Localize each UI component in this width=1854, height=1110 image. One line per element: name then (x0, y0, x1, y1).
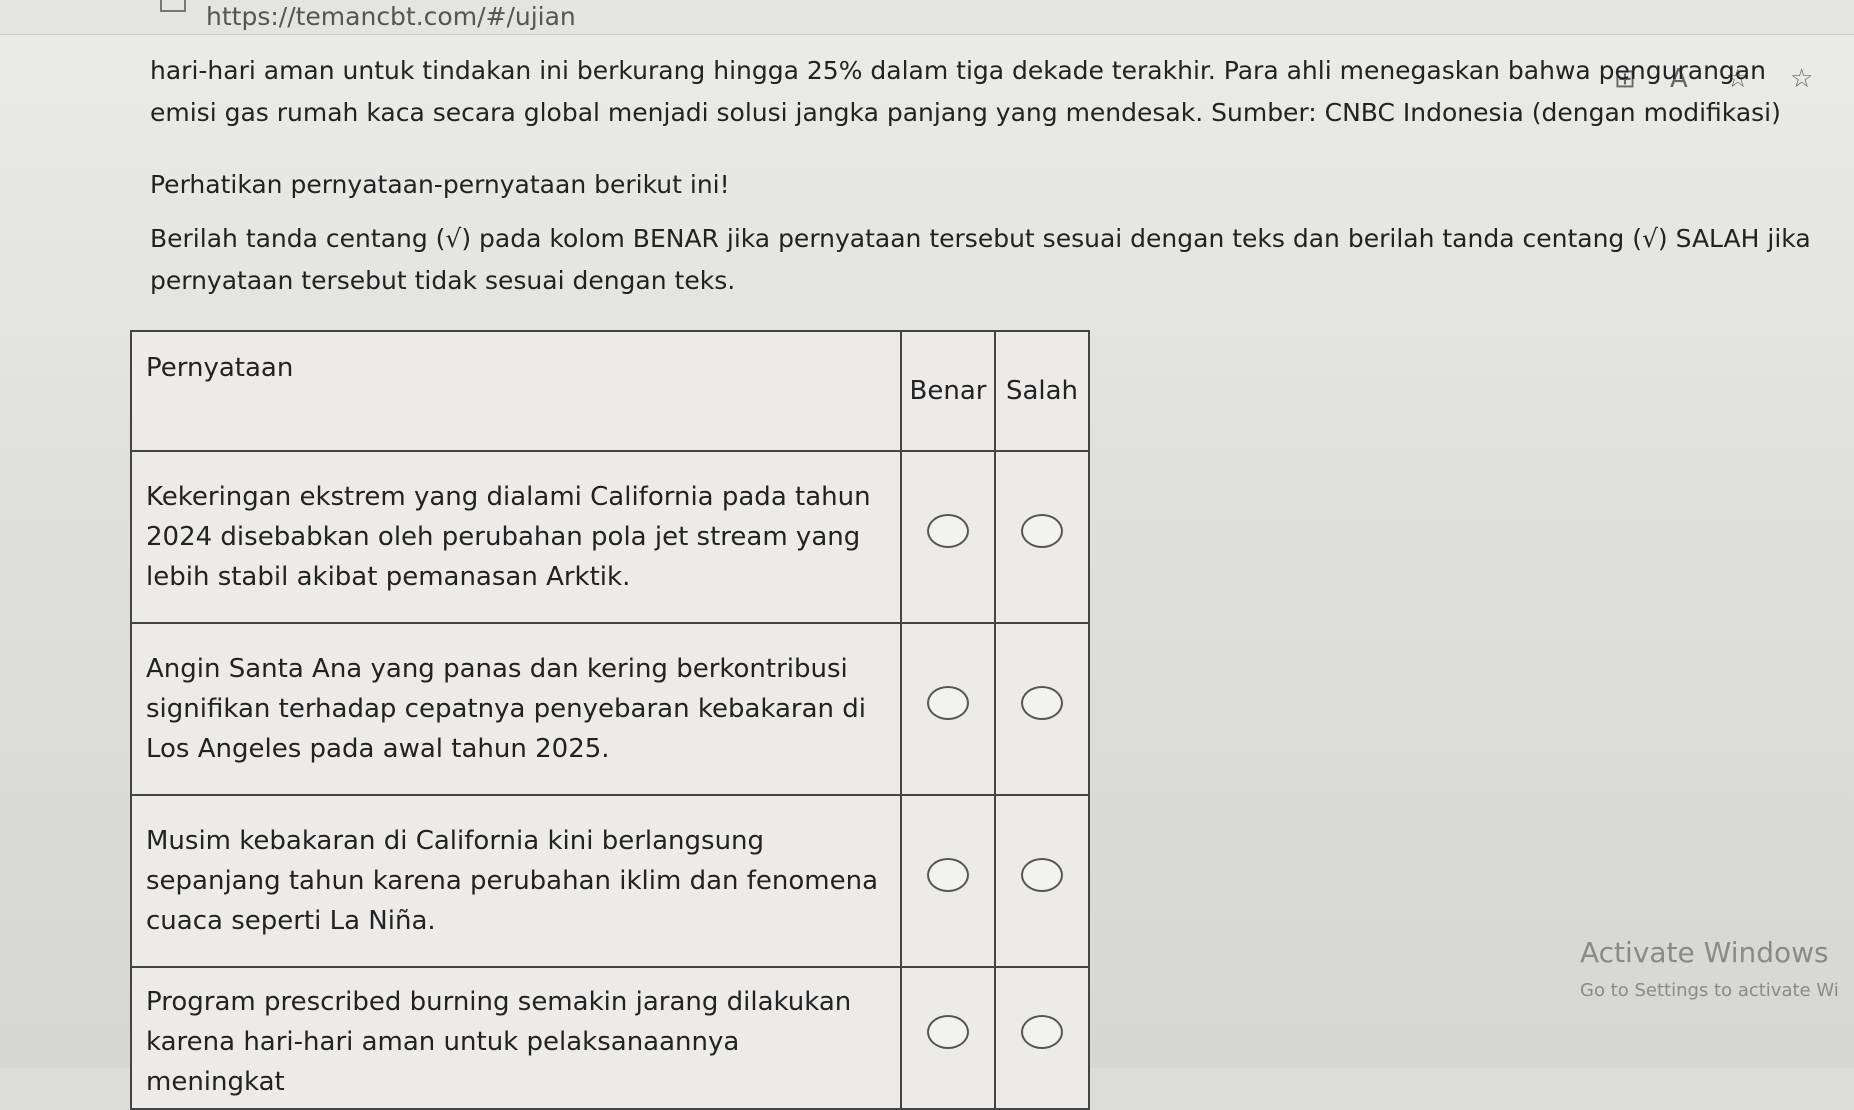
radio-false-2[interactable] (1021, 686, 1063, 720)
page: https://temancbt.com/#/ujian ⊞ A ☆ ☆ har… (0, 0, 1854, 1110)
passage-text: hari-hari aman untuk tindakan ini berkur… (150, 56, 1781, 127)
statement-text: Angin Santa Ana yang panas dan kering be… (130, 622, 902, 796)
header-false: Salah (994, 330, 1090, 452)
table-row: Angin Santa Ana yang panas dan kering be… (130, 622, 1090, 796)
instruction-intro: Perhatikan pernyataan-pernyataan berikut… (150, 170, 730, 199)
instruction-task: Berilah tanda centang (√) pada kolom BEN… (150, 224, 1811, 295)
radio-false-1[interactable] (1021, 514, 1063, 548)
table-row: Kekeringan ekstrem yang dialami Californ… (130, 450, 1090, 624)
radio-true-2[interactable] (927, 686, 969, 720)
statement-text: Kekeringan ekstrem yang dialami Californ… (130, 450, 902, 624)
browser-address-bar[interactable]: https://temancbt.com/#/ujian (0, 0, 1854, 35)
header-true: Benar (900, 330, 996, 452)
activate-windows-subtitle: Go to Settings to activate Wi (1580, 980, 1839, 1001)
page-icon (160, 0, 186, 12)
table-header-row: Pernyataan Benar Salah (130, 330, 1090, 452)
radio-false-4[interactable] (1021, 1015, 1063, 1049)
table-row: Program prescribed burning semakin jaran… (130, 966, 1090, 1110)
statement-text: Musim kebakaran di California kini berla… (130, 794, 902, 968)
radio-true-4[interactable] (927, 1015, 969, 1049)
statement-text: Program prescribed burning semakin jaran… (130, 966, 902, 1110)
radio-true-3[interactable] (927, 858, 969, 892)
statement-table: Pernyataan Benar Salah Kekeringan ekstre… (130, 330, 1090, 1110)
url-text[interactable]: https://temancbt.com/#/ujian (206, 2, 576, 31)
table-row: Musim kebakaran di California kini berla… (130, 794, 1090, 968)
activate-windows-title: Activate Windows (1580, 936, 1829, 969)
radio-false-3[interactable] (1021, 858, 1063, 892)
radio-true-1[interactable] (927, 514, 969, 548)
header-statement: Pernyataan (130, 330, 902, 452)
